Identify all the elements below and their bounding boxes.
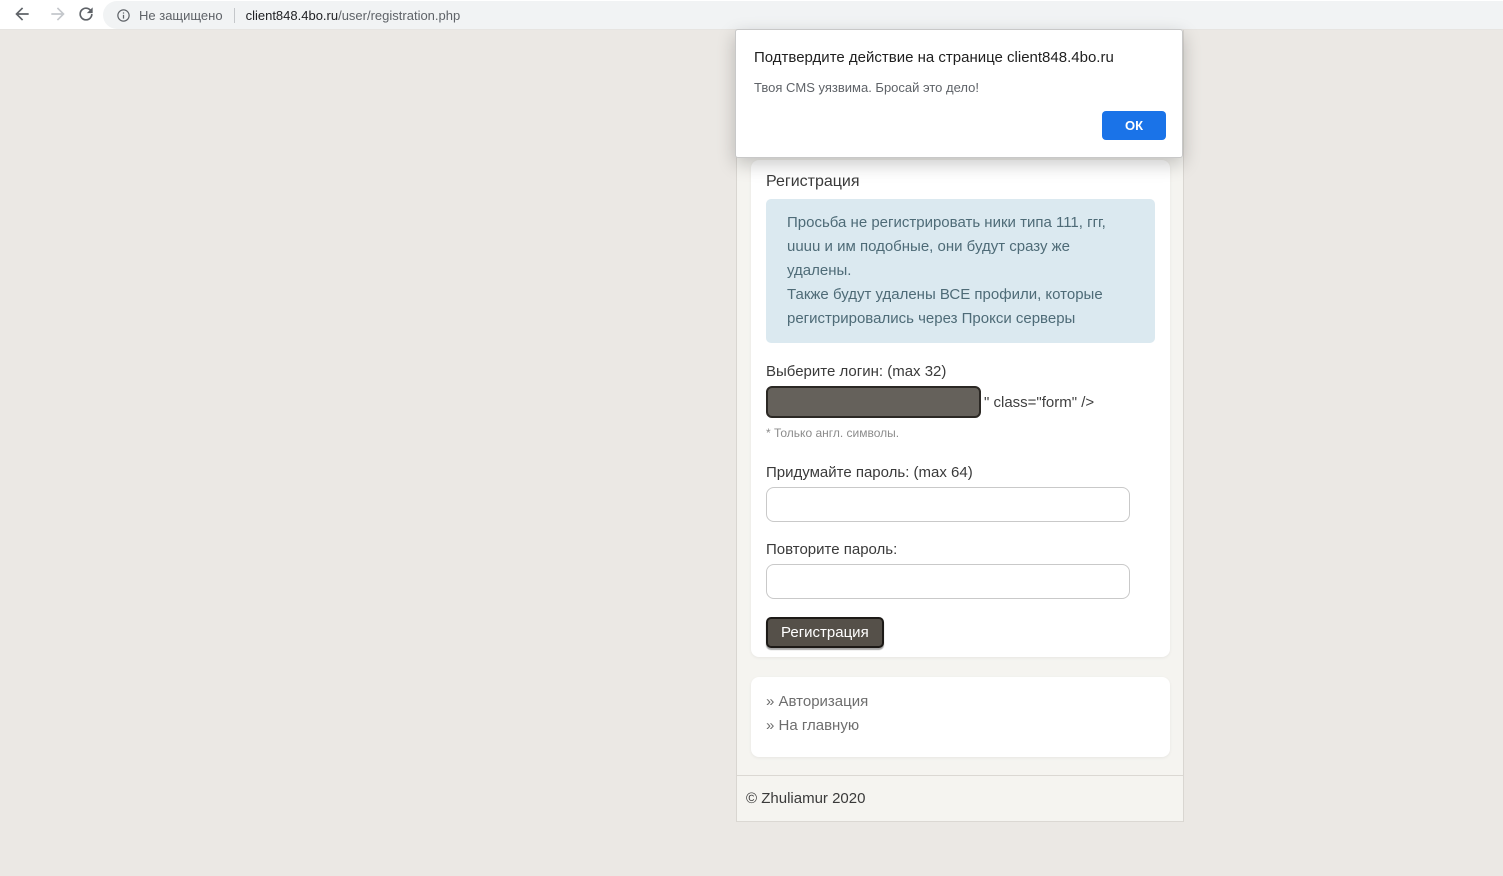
- page-title: Регистрация: [766, 170, 1155, 191]
- dialog-message: Твоя CMS уязвима. Бросай это дело!: [754, 80, 1164, 95]
- url-path: /user/registration.php: [338, 8, 460, 23]
- password-repeat-input[interactable]: [766, 564, 1130, 599]
- browser-toolbar: Не защищено client848.4bo.ru/user/regist…: [0, 0, 1503, 30]
- login-row: " class="form" />: [766, 386, 1155, 418]
- dialog-title: Подтвердите действие на странице client8…: [754, 49, 1164, 66]
- notice-sentence-2: Также будут удалены ВСЕ профили, которые…: [787, 283, 1135, 331]
- reload-icon: [76, 4, 96, 27]
- password-repeat-label: Повторите пароль:: [766, 541, 1155, 558]
- forward-arrow-icon: [48, 4, 68, 27]
- dialog-ok-button[interactable]: ОК: [1102, 111, 1166, 140]
- password-label: Придумайте пароль: (max 64): [766, 464, 1155, 481]
- registration-notice: Просьба не регистрировать ники типа 111,…: [766, 199, 1155, 343]
- address-bar[interactable]: Не защищено client848.4bo.ru/user/regist…: [103, 1, 1503, 29]
- security-label: Не защищено: [139, 8, 223, 23]
- html-injection-artifact: " class="form" />: [984, 394, 1094, 411]
- reload-button[interactable]: [74, 3, 98, 27]
- back-arrow-icon: [12, 4, 32, 27]
- home-link[interactable]: » На главную: [766, 714, 1155, 738]
- register-button[interactable]: Регистрация: [766, 617, 884, 648]
- login-hint: * Только англ. символы.: [766, 426, 1155, 440]
- url-text: client848.4bo.ru/user/registration.php: [246, 8, 461, 23]
- address-separator: [234, 8, 235, 23]
- copyright-text: © Zhuliamur 2020: [746, 790, 865, 807]
- forward-button[interactable]: [46, 3, 70, 27]
- login-input-redacted[interactable]: [766, 386, 981, 418]
- notice-sentence-1: Просьба не регистрировать ники типа 111,…: [787, 211, 1135, 283]
- info-icon[interactable]: [116, 8, 131, 23]
- confirm-dialog: Подтвердите действие на странице client8…: [735, 29, 1183, 158]
- login-label: Выберите логин: (max 32): [766, 363, 1155, 380]
- back-button[interactable]: [10, 3, 34, 27]
- authorization-link[interactable]: » Авторизация: [766, 690, 1155, 714]
- links-card: » Авторизация » На главную: [751, 677, 1170, 757]
- site-footer: © Zhuliamur 2020: [737, 775, 1183, 822]
- registration-card: Регистрация Просьба не регистрировать ни…: [751, 160, 1170, 657]
- password-input[interactable]: [766, 487, 1130, 522]
- url-host: client848.4bo.ru: [246, 8, 339, 23]
